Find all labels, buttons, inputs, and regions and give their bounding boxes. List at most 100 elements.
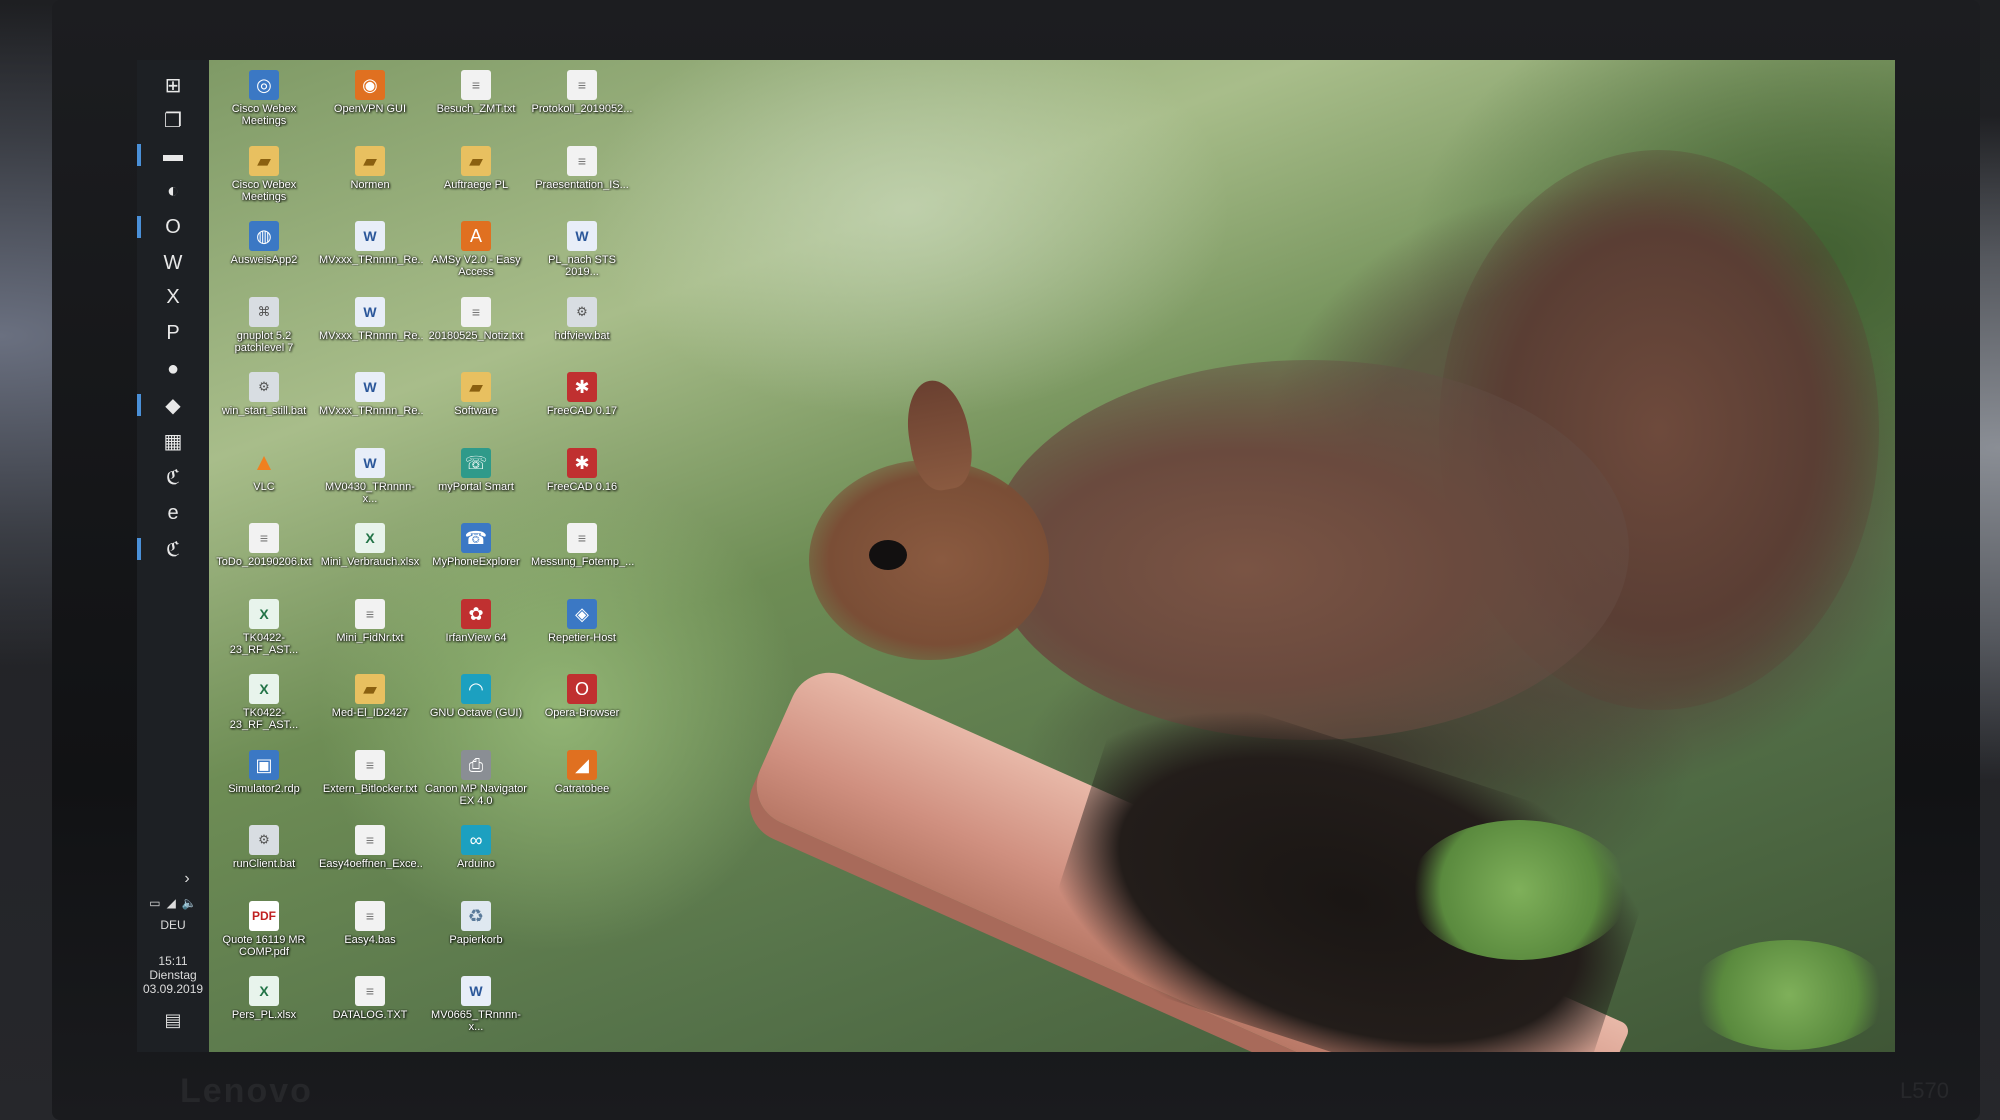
desktop-icon[interactable]: ◢ Catratobee [529,746,635,818]
bat-file-icon: ⚙ [249,372,279,402]
action-center-icon[interactable]: ▤ [143,1010,203,1031]
desktop-icon[interactable]: X TK0422-23_RF_AST... [211,670,317,742]
desktop-icon[interactable]: ⚙ runClient.bat [211,821,317,893]
clock-weekday[interactable]: Dienstag [143,968,203,982]
desktop-icon-label: MVxxx_TRnnnn_Re... [319,329,423,342]
desktop-icon-label: hdfview.bat [554,329,610,342]
desktop-icon[interactable]: ⎙ Canon MP Navigator EX 4.0 [423,746,529,818]
taskbar-word-icon[interactable]: W [155,248,191,278]
language-indicator[interactable]: DEU [143,918,203,932]
desktop-icon[interactable]: ♻ Papierkorb [423,897,529,969]
desktop-icon[interactable]: ≡ DATALOG.TXT [317,972,423,1044]
network-icon[interactable]: ◢ [167,896,176,910]
desktop-icon[interactable]: ◈ Repetier-Host [529,595,635,667]
desktop-icon[interactable]: A AMSy V2.0 - Easy Access [423,217,529,289]
desktop-icon[interactable]: ☎ MyPhoneExplorer [423,519,529,591]
desktop-icon[interactable]: ⌘ gnuplot 5.2 patchlevel 7 [211,293,317,365]
desktop-icon[interactable]: W MV0665_TRnnnn-x... [423,972,529,1044]
desktop-icon[interactable]: ▲ VLC [211,444,317,516]
desktop-icon[interactable]: W PL_nach STS 2019... [529,217,635,289]
desktop-icon[interactable]: ≡ Besuch_ZMT.txt [423,66,529,138]
desktop-icon-label: AMSy V2.0 - Easy Access [431,254,521,278]
taskbar-app-c-1-icon[interactable]: ℭ [155,462,191,492]
desktop-icon[interactable]: ≡ Mini_FidNr.txt [317,595,423,667]
desktop-icon[interactable]: ☏ myPortal Smart [423,444,529,516]
desktop-icon-label: Praesentation_IS... [535,178,629,191]
desktop-icon[interactable]: X Pers_PL.xlsx [211,972,317,1044]
desktop-icon[interactable]: ≡ ToDo_20190206.txt [211,519,317,591]
taskbar-internet-explorer-icon[interactable]: e [155,498,191,528]
desktop-icon[interactable]: ⚙ hdfview.bat [529,293,635,365]
taskbar-calculator-icon[interactable]: ▦ [155,426,191,456]
desktop-icon[interactable]: X Mini_Verbrauch.xlsx [317,519,423,591]
clock-date[interactable]: 03.09.2019 [143,982,203,996]
desktop-icon[interactable]: W MVxxx_TRnnnn_Re... [317,293,423,365]
clock-time[interactable]: 15:11 [143,954,203,968]
taskbar-app-icon-icon[interactable]: ◐ [155,176,191,206]
desktop-icon-label: MV0430_TRnnnn-x... [325,480,415,505]
desktop-icon-label: ToDo_20190206.txt [216,556,312,568]
taskbar-powerpoint-icon[interactable]: P [155,318,191,348]
desktop-icon[interactable]: ▰ Med-El_ID2427 [317,670,423,742]
desktop-icon[interactable]: W MVxxx_TRnnnn_Re... [317,217,423,289]
desktop-icon[interactable]: ≡ Protokoll_2019052... [529,66,635,138]
taskbar-start-button-icon[interactable]: ⊞ [155,70,191,100]
taskbar-app-c-2-icon[interactable]: ℭ [137,534,191,564]
xls-file-icon: X [355,523,385,553]
desktop-icon[interactable]: ▣ Simulator2.rdp [211,746,317,818]
txt-file-icon: ≡ [567,70,597,100]
desktop-icon[interactable]: ⚙ win_start_still.bat [211,368,317,440]
desktop-icon-label: Normen [350,178,390,191]
wallpaper-squirrel-head [809,460,1049,660]
desktop-icon[interactable]: PDF Quote 16119 MR COMP.pdf [211,897,317,969]
battery-icon[interactable]: ▭ [149,896,160,910]
desktop-icon[interactable]: ✿ IrfanView 64 [423,595,529,667]
desktop-icon[interactable]: ∞ Arduino [423,821,529,893]
desktop-icon[interactable]: ◠ GNU Octave (GUI) [423,670,529,742]
desktop-icon[interactable]: ≡ Messung_Fotemp_... [529,519,635,591]
desktop-icon[interactable]: ✱ FreeCAD 0.16 [529,444,635,516]
desktop-icon[interactable]: ≡ Praesentation_IS... [529,142,635,214]
desktop-icon[interactable]: ▰ Cisco Webex Meetings [211,142,317,214]
volume-icon[interactable]: 🔈 [182,896,197,910]
txt-file-icon: ≡ [355,825,385,855]
bat-file-icon: ⌘ [249,296,279,327]
desktop-icon[interactable]: ◎ Cisco Webex Meetings [211,66,317,138]
taskbar-firefox-icon[interactable]: ● [155,354,191,384]
desktop-icon[interactable]: W MVxxx_TRnnnn_Re... [317,368,423,440]
taskbar-outlook-icon[interactable]: O [137,212,191,242]
desktop-icon-label: Cisco Webex Meetings [231,103,297,127]
desktop-icon-label: Mini_Verbrauch.xlsx [320,556,420,568]
wallpaper-clover [1409,820,1629,960]
desktop-icon[interactable]: ▰ Software [423,368,529,440]
desktop-icon[interactable]: ≡ Extern_Bitlocker.txt [317,746,423,818]
desktop-icon[interactable]: X TK0422-23_RF_AST... [211,595,317,667]
tray-chevron-button[interactable]: › [177,870,197,888]
desktop-icon-label: Opera-Browser [544,707,620,719]
desktop-icon[interactable]: ✱ FreeCAD 0.17 [529,368,635,440]
txt-file-icon: ≡ [461,296,491,327]
taskbar-file-explorer-icon[interactable]: ▬ [137,140,191,170]
desktop-icon-label: DATALOG.TXT [332,1009,408,1021]
desktop-icon[interactable]: W MV0430_TRnnnn-x... [317,444,423,516]
red-file-icon: O [567,674,597,704]
desktop-icon[interactable]: ≡ Easy4.bas [317,897,423,969]
taskbar-excel-icon[interactable]: X [155,282,191,312]
desktop-icon[interactable]: O Opera-Browser [529,670,635,742]
taskbar-task-view-button-icon[interactable]: ❐ [155,105,191,135]
app-file-icon: ◎ [249,70,279,100]
desktop-icon[interactable]: ≡ 20180525_Notiz.txt [423,293,529,365]
desktop-icon-label: FreeCAD 0.16 [546,480,618,493]
green-file-icon: ☏ [461,447,491,478]
taskbar-app-icon-2-icon[interactable]: ◆ [137,390,191,420]
desktop-icon[interactable]: ◍ AusweisApp2 [211,217,317,289]
vlc-file-icon: ▲ [252,448,276,476]
desktop-icon[interactable]: ▰ Normen [317,142,423,214]
desktop-icon[interactable]: ▰ Auftraege PL [423,142,529,214]
desktop-icon-label: TK0422-23_RF_AST... [229,631,299,656]
xls-file-icon: X [249,976,279,1006]
desktop-icon[interactable]: ◉ OpenVPN GUI [317,66,423,138]
desktop-icon-label: Repetier-Host [548,631,616,644]
desktop-icon[interactable]: ≡ Easy4oeffnen_Exce... [317,821,423,893]
folder-file-icon: ▰ [249,145,279,176]
